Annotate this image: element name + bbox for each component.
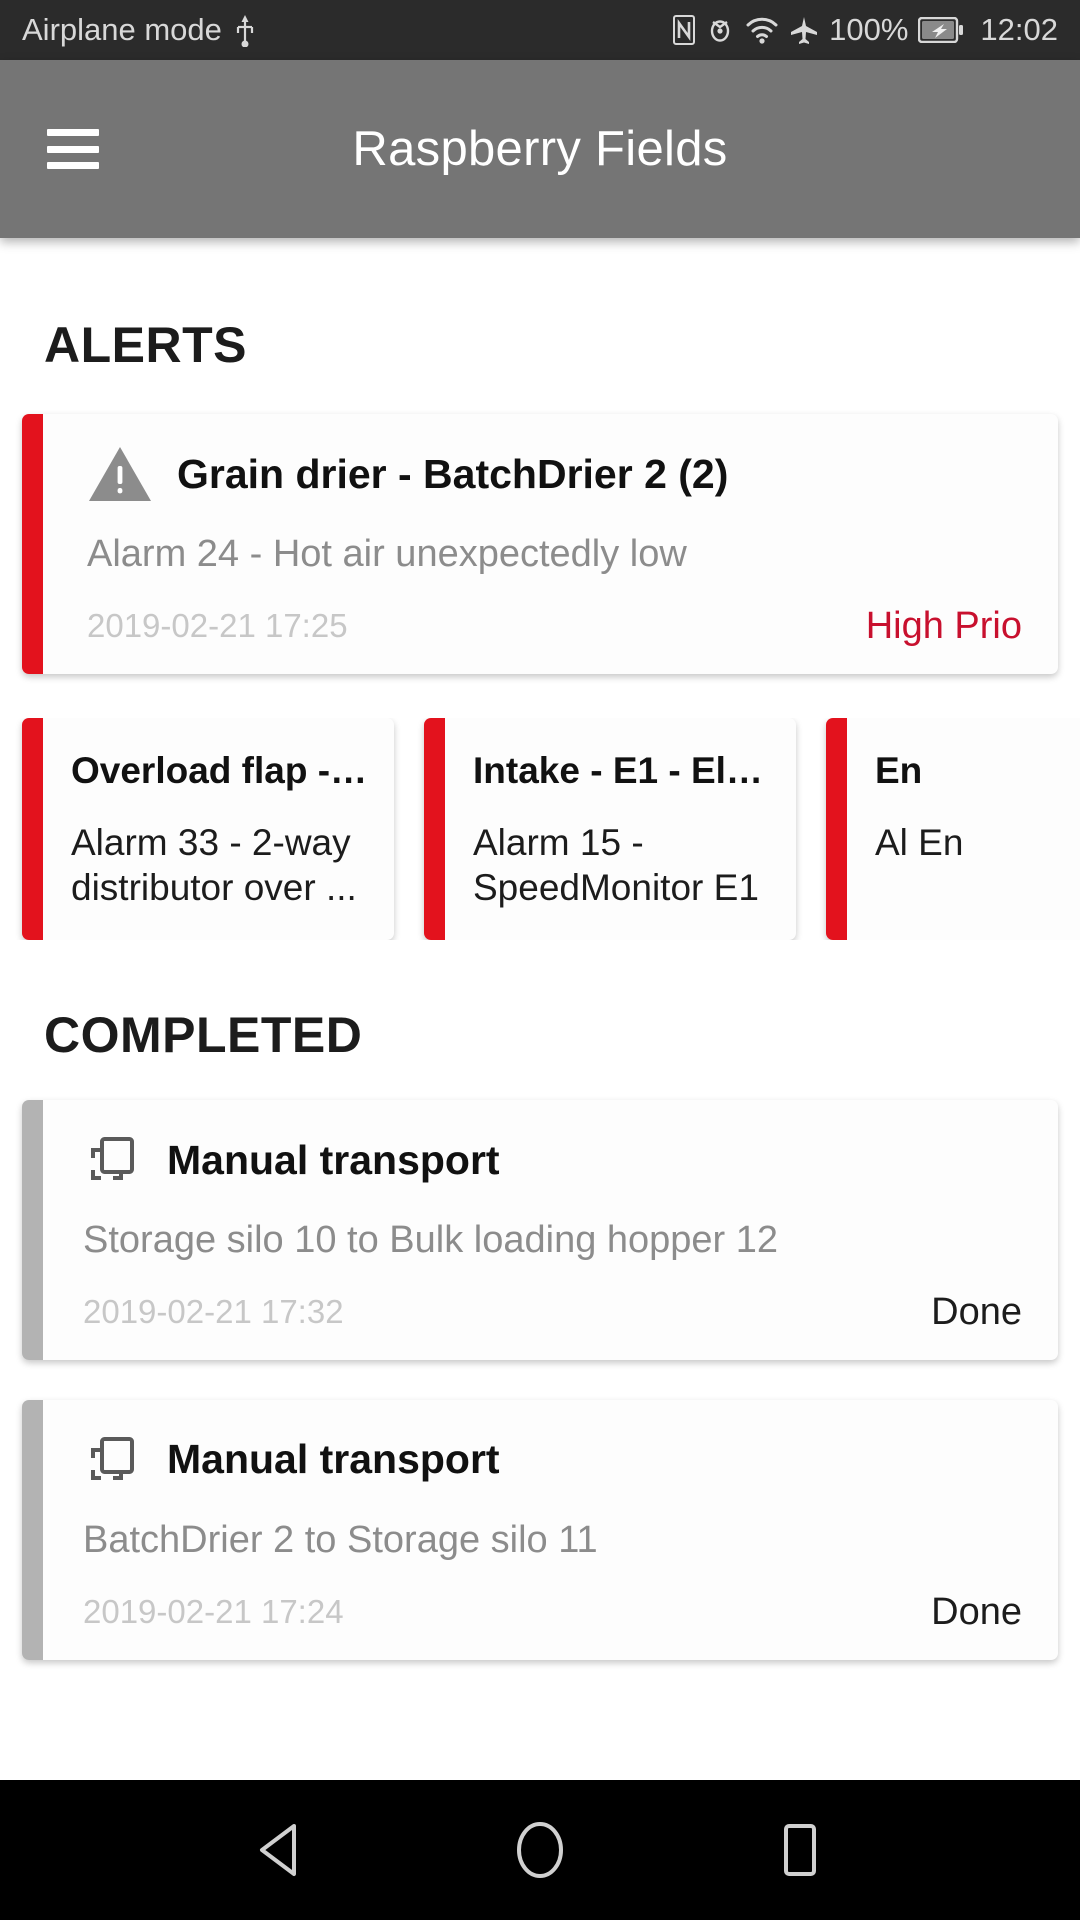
completed-card-header: Manual transport bbox=[83, 1130, 1022, 1190]
completed-status-badge: Done bbox=[931, 1590, 1022, 1633]
completed-card-header: Manual transport bbox=[83, 1430, 1022, 1490]
completed-title: Manual transport bbox=[167, 1136, 500, 1183]
alert-priority-badge: High Prio bbox=[865, 604, 1022, 647]
completed-card[interactable]: Manual transport Storage silo 10 to Bulk… bbox=[22, 1100, 1058, 1360]
alert-title: Grain drier - BatchDrier 2 (2) bbox=[177, 450, 729, 497]
transport-flip-icon bbox=[83, 1430, 143, 1490]
completed-card-body: Manual transport Storage silo 10 to Bulk… bbox=[43, 1100, 1058, 1360]
alert-card-body: En Al En bbox=[847, 718, 1080, 940]
alert-card-header: Grain drier - BatchDrier 2 (2) bbox=[87, 444, 1022, 504]
completed-stripe bbox=[22, 1399, 43, 1660]
alert-card-body: Intake - E1 - Elev... Alarm 15 - SpeedMo… bbox=[445, 718, 796, 940]
app-bar: Raspberry Fields bbox=[0, 60, 1080, 238]
section-header-alerts: ALERTS bbox=[44, 317, 247, 373]
alert-card-mini[interactable]: Overload flap - T... Alarm 33 - 2-way di… bbox=[22, 717, 394, 941]
status-bar-right: 100% 12:02 bbox=[673, 12, 1058, 48]
alert-subtitle: Alarm 24 - Hot air unexpectedly low bbox=[87, 533, 687, 575]
wifi-icon bbox=[745, 16, 779, 44]
completed-status-badge: Done bbox=[931, 1290, 1022, 1333]
completed-stripe bbox=[22, 1100, 43, 1360]
hamburger-line bbox=[47, 129, 99, 136]
transport-flip-icon bbox=[83, 1130, 143, 1190]
alert-title: Intake - E1 - Elev... bbox=[473, 749, 770, 791]
clock-label: 12:02 bbox=[980, 12, 1058, 47]
alert-footer: 2019-02-21 17:25 High Prio bbox=[87, 605, 1022, 648]
completed-timestamp: 2019-02-21 17:24 bbox=[83, 1593, 344, 1631]
alert-card-carousel[interactable]: Overload flap - T... Alarm 33 - 2-way di… bbox=[0, 717, 1080, 941]
hamburger-menu-icon[interactable] bbox=[47, 129, 99, 169]
nfc-icon bbox=[673, 15, 696, 45]
completed-card[interactable]: Manual transport BatchDrier 2 to Storage… bbox=[22, 1399, 1058, 1660]
usb-icon bbox=[234, 13, 256, 47]
warning-triangle-icon bbox=[87, 444, 153, 504]
alert-title: En bbox=[875, 749, 923, 791]
completed-subtitle: Storage silo 10 to Bulk loading hopper 1… bbox=[83, 1219, 779, 1262]
hamburger-line bbox=[47, 145, 99, 153]
completed-timestamp: 2019-02-21 17:32 bbox=[83, 1293, 344, 1331]
alert-subtitle: Al En bbox=[875, 821, 964, 863]
alert-card-mini[interactable]: En Al En bbox=[826, 717, 1080, 941]
status-bar-left: Airplane mode bbox=[22, 12, 256, 48]
battery-percent-label: 100% bbox=[829, 12, 909, 47]
alert-card-mini[interactable]: Intake - E1 - Elev... Alarm 15 - SpeedMo… bbox=[424, 717, 796, 941]
alert-card-primary[interactable]: Grain drier - BatchDrier 2 (2) Alarm 24 … bbox=[22, 414, 1058, 674]
completed-card-list: Manual transport Storage silo 10 to Bulk… bbox=[22, 1100, 1058, 1660]
hamburger-line bbox=[47, 162, 99, 169]
alert-card-body: Overload flap - T... Alarm 33 - 2-way di… bbox=[43, 718, 394, 940]
page-title: Raspberry Fields bbox=[352, 122, 728, 176]
phone-screen: Airplane mode 100% 12:02 Raspberry Field… bbox=[0, 0, 1080, 1920]
status-bar: Airplane mode 100% 12:02 bbox=[0, 0, 1080, 60]
priority-stripe bbox=[22, 717, 43, 941]
priority-stripe bbox=[22, 414, 43, 674]
airplane-icon bbox=[789, 15, 819, 45]
alert-title: Overload flap - T... bbox=[71, 749, 368, 791]
back-triangle-icon[interactable] bbox=[245, 1815, 315, 1885]
recents-square-icon[interactable] bbox=[765, 1815, 835, 1885]
alert-subtitle: Alarm 15 - SpeedMonitor E1 bbox=[473, 821, 759, 908]
completed-card-body: Manual transport BatchDrier 2 to Storage… bbox=[43, 1400, 1058, 1660]
alert-timestamp: 2019-02-21 17:25 bbox=[87, 607, 348, 645]
android-navigation-bar bbox=[0, 1780, 1080, 1920]
completed-footer: 2019-02-21 17:24 Done bbox=[83, 1591, 1022, 1634]
alert-card-body: Grain drier - BatchDrier 2 (2) Alarm 24 … bbox=[43, 414, 1058, 674]
airplane-mode-label: Airplane mode bbox=[22, 12, 222, 47]
alert-subtitle: Alarm 33 - 2-way distributor over ... bbox=[71, 821, 357, 908]
main-content: ALERTS Grain drier - BatchDrier 2 (2) Al… bbox=[0, 238, 1080, 1780]
priority-stripe bbox=[424, 717, 445, 941]
eye-icon bbox=[705, 15, 735, 45]
completed-footer: 2019-02-21 17:32 Done bbox=[83, 1291, 1022, 1334]
battery-charging-icon bbox=[918, 17, 964, 43]
completed-subtitle: BatchDrier 2 to Storage silo 11 bbox=[83, 1518, 598, 1561]
home-circle-icon[interactable] bbox=[505, 1815, 575, 1885]
priority-stripe bbox=[826, 717, 847, 941]
completed-title: Manual transport bbox=[167, 1436, 500, 1483]
section-header-completed: COMPLETED bbox=[44, 1007, 363, 1064]
